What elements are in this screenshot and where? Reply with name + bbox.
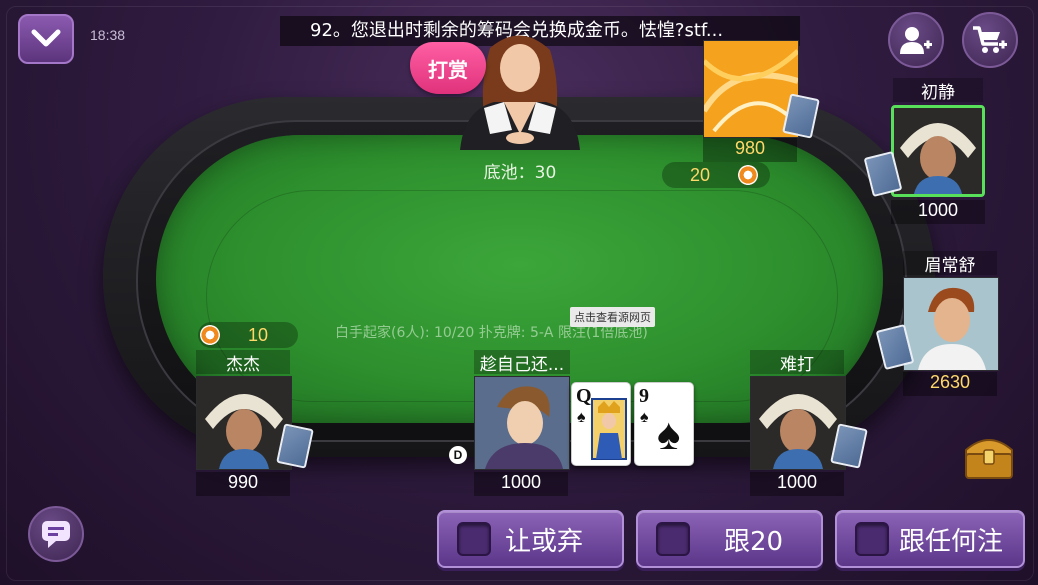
seat-bottom-right-chips: 1000	[750, 472, 844, 496]
source-tooltip[interactable]: 点击查看源网页	[570, 307, 655, 327]
seat-top-right-chips: 1000	[891, 200, 985, 224]
add-friend-button[interactable]	[888, 12, 944, 68]
seat-self-avatar[interactable]	[474, 376, 570, 470]
check-or-fold-button[interactable]: 让或弃	[437, 510, 624, 568]
check-or-fold-checkbox[interactable]	[457, 522, 491, 556]
clock: 18:38	[90, 27, 126, 43]
call-any-checkbox[interactable]	[855, 522, 889, 556]
collapse-menu-button[interactable]	[18, 14, 74, 64]
card-suit-large: ♠	[657, 410, 681, 459]
shop-button[interactable]	[962, 12, 1018, 68]
seat-top-chips: 980	[703, 138, 797, 162]
chip-icon	[200, 325, 220, 345]
seat-right-chips: 2630	[903, 372, 997, 396]
call-checkbox[interactable]	[656, 522, 690, 556]
seat-self-chips: 1000	[474, 472, 568, 496]
seat-top-bet-amount: 20	[690, 165, 711, 185]
card-suit: ♠	[640, 409, 649, 426]
pot-total: 底池：30	[483, 163, 557, 183]
queen-figure-icon	[591, 398, 627, 460]
call-button[interactable]: 跟20	[636, 510, 823, 568]
call-any-button[interactable]: 跟任何注	[835, 510, 1025, 568]
chevron-down-icon	[31, 29, 61, 47]
card-rank: 9	[639, 385, 649, 407]
add-user-icon	[900, 27, 932, 54]
card-suit: ♠	[577, 409, 586, 426]
call-label: 跟20	[724, 526, 784, 557]
seat-bottom-right-name: 难打	[750, 350, 844, 375]
tip-dealer-button[interactable]: 打赏	[410, 42, 486, 94]
call-any-label: 跟任何注	[899, 526, 1004, 557]
seat-top-right-name: 初静	[893, 78, 983, 103]
chat-button[interactable]	[28, 506, 84, 562]
treasure-chest-icon[interactable]	[962, 430, 1016, 480]
dealer-button-marker: D	[449, 446, 467, 464]
check-or-fold-label: 让或弃	[505, 526, 584, 557]
warrior-avatar-image	[894, 108, 982, 194]
seat-top-right-avatar[interactable]	[891, 105, 985, 197]
hole-card-1: Q ♠	[571, 382, 631, 466]
seat-self-name: 趁自己还...	[474, 350, 570, 375]
seat-left-chips: 990	[196, 472, 290, 496]
seat-right-name: 眉常舒	[903, 251, 997, 276]
man-avatar-image	[904, 278, 998, 370]
seat-right-avatar[interactable]	[903, 277, 999, 371]
anime-avatar-image	[475, 377, 569, 469]
seat-left-bet-amount: 10	[248, 325, 269, 345]
chip-icon	[738, 165, 758, 185]
seat-left-name: 杰杰	[196, 350, 290, 375]
cart-icon	[973, 26, 1007, 53]
chat-icon	[42, 521, 70, 548]
hole-card-2: 9 ♠ ♠	[634, 382, 694, 466]
